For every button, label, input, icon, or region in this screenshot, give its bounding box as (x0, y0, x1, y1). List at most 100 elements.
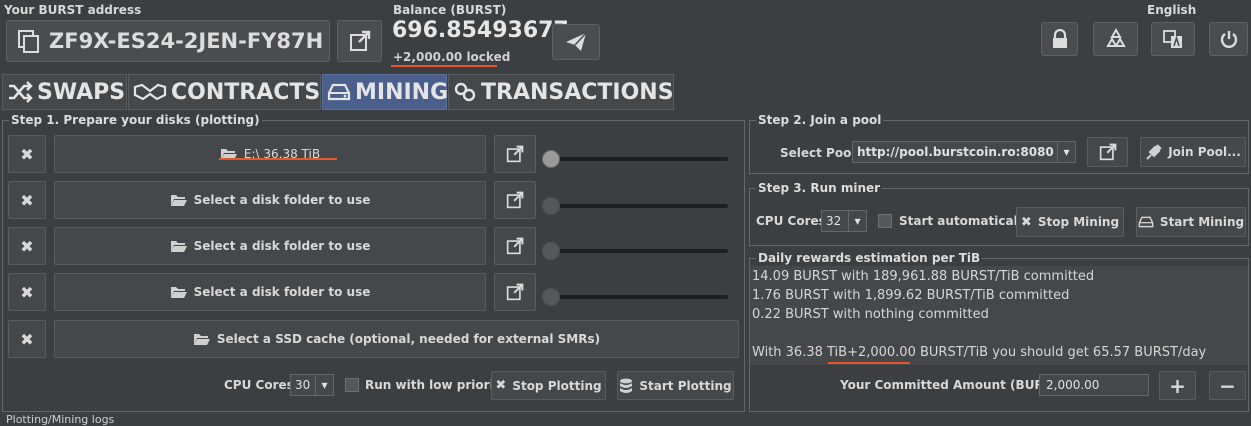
start-plotting-button[interactable]: Start Plotting (617, 371, 734, 400)
translate-icon (1162, 28, 1184, 50)
balance-value: 696.85493677 (392, 18, 569, 43)
link-icon (453, 81, 481, 103)
disk-usage-slider[interactable] (546, 249, 728, 253)
start-mining-label: Start Mining (1159, 215, 1245, 229)
remove-disk-button[interactable]: ✖ (8, 273, 46, 311)
locked-highlight (391, 65, 497, 67)
remove-disk-button[interactable]: ✖ (8, 227, 46, 265)
chevron-down-icon: ▾ (848, 211, 866, 231)
plot-cpu-label: CPU Cores (224, 378, 294, 392)
external-link-icon (1099, 143, 1117, 161)
slider-knob[interactable] (542, 288, 560, 306)
close-icon: ✖ (20, 282, 34, 302)
handshake-icon (133, 81, 171, 103)
disk-usage-slider[interactable] (546, 157, 728, 161)
send-button[interactable] (552, 24, 600, 60)
open-folder-button[interactable] (494, 273, 536, 311)
disk-usage-slider[interactable] (546, 295, 728, 299)
disk-folder-button[interactable]: Select a disk folder to use (54, 227, 486, 265)
select-pool-label: Select Pool: (780, 146, 861, 160)
language-label[interactable]: English (1147, 3, 1196, 17)
join-pool-button[interactable]: Join Pool... (1140, 137, 1246, 167)
copy-address-button[interactable]: ZF9X-ES24-2JEN-FY87H (6, 20, 330, 62)
ssd-cache-label: Select a SSD cache (optional, needed for… (216, 332, 601, 346)
recycle-icon (1105, 28, 1127, 50)
open-folder-button[interactable] (494, 181, 536, 219)
pool-select[interactable]: http://pool.burstcoin.ro:8080 ▾ (852, 141, 1076, 163)
disk-usage-slider[interactable] (546, 204, 728, 208)
external-link-icon (506, 145, 524, 163)
low-priority-label: Run with low priority (365, 378, 508, 392)
power-button[interactable] (1209, 22, 1248, 56)
remove-disk-button[interactable]: ✖ (8, 181, 46, 219)
start-plotting-label: Start Plotting (639, 378, 732, 393)
open-explorer-button[interactable] (337, 20, 382, 62)
close-icon: ✖ (495, 378, 507, 393)
power-icon (1219, 29, 1239, 49)
folder-open-icon (170, 239, 188, 253)
tab-transactions[interactable]: TRANSACTIONS (448, 74, 674, 110)
recycle-button[interactable] (1093, 22, 1138, 56)
hdd-icon (327, 82, 355, 102)
step2-title: Step 2. Join a pool (756, 113, 884, 127)
summary-highlight (828, 362, 910, 364)
hdd-icon (1138, 215, 1154, 229)
low-priority-checkbox[interactable] (345, 378, 359, 392)
start-automatically-checkbox[interactable] (878, 214, 892, 228)
disk-highlight (219, 158, 337, 160)
add-commitment-button[interactable]: + (1159, 371, 1196, 400)
lock-button[interactable] (1041, 22, 1078, 56)
close-icon: ✖ (20, 144, 34, 164)
disk-folder-label: Select a disk folder to use (193, 239, 371, 253)
language-button[interactable] (1151, 22, 1195, 56)
rewards-title: Daily rewards estimation per TiB (756, 251, 983, 265)
remove-disk-button[interactable]: ✖ (8, 135, 46, 173)
close-icon: ✖ (20, 236, 34, 256)
tab-swaps[interactable]: SWAPS (2, 74, 127, 110)
disk-folder-button[interactable]: Select a disk folder to use (54, 181, 486, 219)
stop-plotting-label: Stop Plotting (512, 378, 602, 393)
external-link-icon (506, 283, 524, 301)
stop-mining-button[interactable]: ✖ Stop Mining (1016, 207, 1124, 237)
tab-mining[interactable]: MINING (322, 74, 449, 110)
mine-cpu-value: 32 (826, 214, 842, 228)
locked-amount: +2,000.00 locked (393, 50, 511, 64)
remove-ssd-button[interactable]: ✖ (8, 320, 46, 358)
pool-value: http://pool.burstcoin.ro:8080 (857, 145, 1054, 159)
balance-label: Balance (BURST) (393, 3, 507, 17)
mine-cpu-select[interactable]: 32 ▾ (821, 210, 867, 232)
open-folder-button[interactable] (494, 227, 536, 265)
remove-commitment-button[interactable]: − (1209, 371, 1246, 400)
stop-plotting-button[interactable]: ✖ Stop Plotting (491, 371, 606, 400)
burst-address: ZF9X-ES24-2JEN-FY87H (49, 29, 324, 53)
reward-line: 14.09 BURST with 189,961.88 BURST/TiB co… (752, 269, 1095, 284)
start-mining-button[interactable]: Start Mining (1136, 207, 1246, 237)
tab-mining-label: MINING (355, 79, 449, 105)
step1-title: Step 1. Prepare your disks (plotting) (9, 113, 262, 127)
mine-cpu-label: CPU Cores (756, 214, 826, 228)
committed-label: Your Committed Amount (BURST): (840, 378, 1071, 392)
committed-amount-input[interactable]: 2,000.00 (1039, 374, 1149, 396)
tab-transactions-label: TRANSACTIONS (481, 79, 674, 105)
tab-swaps-label: SWAPS (37, 79, 126, 105)
disk-folder-button[interactable]: E:\ 36.38 TiB (54, 135, 486, 173)
plug-icon (1145, 143, 1163, 161)
ssd-cache-button[interactable]: Select a SSD cache (optional, needed for… (54, 320, 739, 358)
disk-folder-label: Select a disk folder to use (193, 285, 371, 299)
close-icon: ✖ (20, 329, 34, 349)
reward-line: 1.76 BURST with 1,899.62 BURST/TiB commi… (752, 288, 1070, 303)
address-label: Your BURST address (4, 3, 142, 17)
plot-cpu-select[interactable]: 30 ▾ (290, 374, 334, 396)
slider-knob[interactable] (542, 197, 560, 215)
database-icon (619, 378, 633, 394)
tab-contracts[interactable]: CONTRACTS (128, 74, 321, 110)
folder-open-icon (170, 193, 188, 207)
slider-knob[interactable] (542, 242, 560, 260)
join-pool-label: Join Pool... (1168, 145, 1241, 159)
disk-folder-button[interactable]: Select a disk folder to use (54, 273, 486, 311)
open-pool-button[interactable] (1087, 137, 1128, 167)
slider-knob[interactable] (542, 150, 560, 168)
shuffle-icon (7, 81, 37, 103)
disk-folder-label: Select a disk folder to use (193, 193, 371, 207)
open-folder-button[interactable] (494, 135, 536, 173)
